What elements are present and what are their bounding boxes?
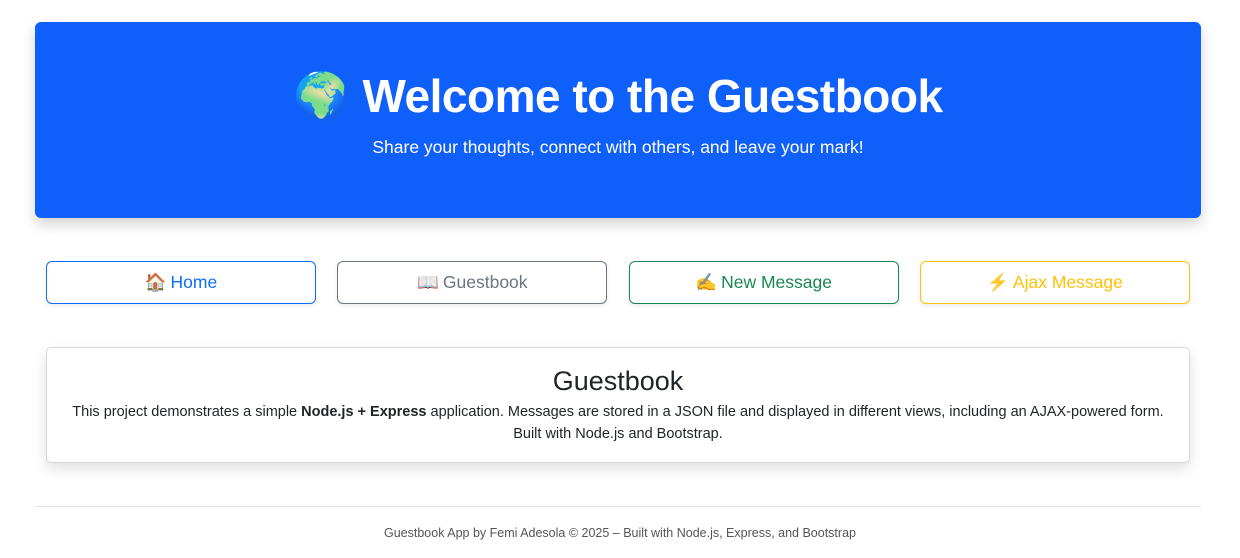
title-text: Welcome to the Guestbook [362,70,943,122]
footer: Guestbook App by Femi Adesola © 2025 – B… [384,526,856,540]
ajax-message-label: Ajax Message [1012,272,1123,292]
ajax-message-button[interactable]: ⚡ Ajax Message [919,261,1190,304]
desc-text-end: application. Messages are stored in a JS… [426,404,1164,442]
page-title: 🌍 Welcome to the Guestbook [35,69,1201,124]
info-card: Guestbook This project demonstrates a si… [46,347,1190,463]
hero-banner: 🌍 Welcome to the Guestbook Share your th… [35,22,1201,218]
card-title: Guestbook [552,366,684,396]
new-message-label: New Message [721,272,832,292]
home-label: Home [170,272,218,292]
desc-bold: Node.js + Express [301,404,427,420]
house-icon: 🏠 [144,272,167,292]
lightning-icon: ⚡ [987,272,1009,292]
footer-divider [35,506,1201,507]
nav-buttons: 🏠 Home 📖 Guestbook ✍️ New Message ⚡ Ajax Mes… [46,261,1190,304]
card-description: This project demonstrates a simple Node.… [67,401,1169,445]
writing-hand-icon: ✍️ [695,272,718,292]
guestbook-label: Guestbook [442,272,528,292]
hero-subtitle: Share your thoughts, connect with others… [372,137,864,157]
globe-icon: 🌍 [293,70,351,122]
guestbook-button[interactable]: 📖 Guestbook [337,261,608,304]
new-message-button[interactable]: ✍️ New Message [628,261,899,304]
home-button[interactable]: 🏠 Home [46,261,316,304]
desc-text: This project demonstrates a simple [72,404,302,420]
book-icon: 📖 [417,272,439,292]
